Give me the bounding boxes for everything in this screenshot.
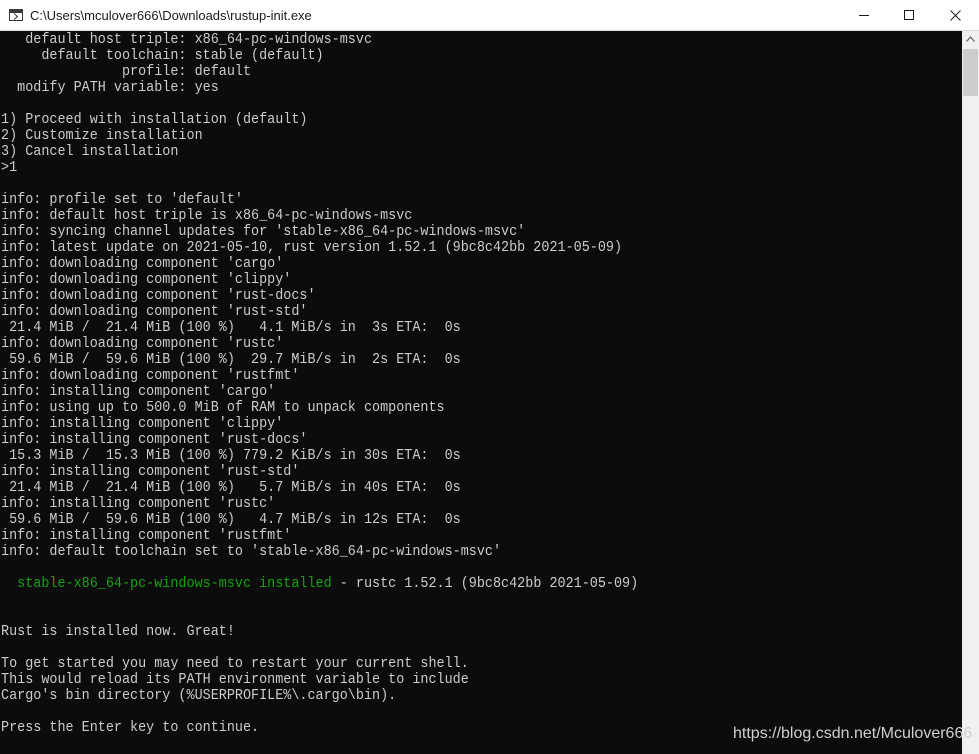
console-line: info: downloading component 'rust-std' [1, 303, 308, 320]
console-line: info: installing component 'rustfmt' [1, 527, 292, 544]
console-line: 21.4 MiB / 21.4 MiB (100 %) 4.1 MiB/s in… [1, 319, 461, 336]
console-line: 59.6 MiB / 59.6 MiB (100 %) 4.7 MiB/s in… [1, 511, 461, 528]
installed-version: - rustc 1.52.1 (9bc8c42bb 2021-05-09) [331, 575, 639, 592]
console-line: info: downloading component 'rust-docs' [1, 287, 316, 304]
console-line: info: using up to 500.0 MiB of RAM to un… [1, 399, 445, 416]
console-line: 3) Cancel installation [1, 143, 179, 160]
console-line: Cargo's bin directory (%USERPROFILE%\.ca… [1, 687, 397, 704]
vertical-scrollbar[interactable] [962, 31, 979, 754]
window-title: C:\Users\mculover666\Downloads\rustup-in… [30, 8, 312, 23]
chevron-up-icon [966, 36, 975, 42]
console-window: C:\Users\mculover666\Downloads\rustup-in… [0, 0, 979, 754]
console-line: info: installing component 'cargo' [1, 383, 276, 400]
scrollbar-thumb[interactable] [963, 49, 978, 96]
console-line: info: default toolchain set to 'stable-x… [1, 543, 502, 560]
console-line: default host triple: x86_64-pc-windows-m… [1, 31, 373, 48]
console-line: 1) Proceed with installation (default) [1, 111, 308, 128]
watermark: https://blog.csdn.net/Mculover666 [733, 725, 973, 742]
console-line: info: installing component 'rust-docs' [1, 431, 308, 448]
console-line: info: syncing channel updates for 'stabl… [1, 223, 526, 240]
console-app-icon [9, 9, 23, 21]
console-line: 2) Customize installation [1, 127, 203, 144]
console-line: info: installing component 'rustc' [1, 495, 276, 512]
console-line: 15.3 MiB / 15.3 MiB (100 %) 779.2 KiB/s … [1, 447, 461, 464]
console-line: info: downloading component 'cargo' [1, 255, 284, 272]
console-line: 59.6 MiB / 59.6 MiB (100 %) 29.7 MiB/s i… [1, 351, 461, 368]
console-line: To get started you may need to restart y… [1, 655, 469, 672]
console-line: This would reload its PATH environment v… [1, 671, 469, 688]
console-line: >1 [1, 159, 18, 176]
scroll-up-button[interactable] [962, 31, 979, 48]
installed-toolchain: stable-x86_64-pc-windows-msvc installed [1, 575, 332, 592]
close-icon [950, 10, 961, 21]
title-bar[interactable]: C:\Users\mculover666\Downloads\rustup-in… [0, 0, 979, 31]
console-line: info: default host triple is x86_64-pc-w… [1, 207, 413, 224]
console-line-installed: stable-x86_64-pc-windows-msvc installed … [1, 576, 638, 592]
console-line: Rust is installed now. Great! [1, 623, 235, 640]
maximize-button[interactable] [887, 0, 933, 30]
console-line: info: installing component 'rust-std' [1, 463, 300, 480]
minimize-icon [859, 15, 869, 16]
console-line: profile: default [1, 63, 252, 80]
console-line: info: profile set to 'default' [1, 191, 243, 208]
console-line: Press the Enter key to continue. [1, 719, 260, 736]
console-line: info: installing component 'clippy' [1, 415, 284, 432]
minimize-button[interactable] [841, 0, 887, 30]
close-button[interactable] [933, 0, 979, 30]
console-line: info: downloading component 'rustc' [1, 335, 284, 352]
console-line: modify PATH variable: yes [1, 79, 219, 96]
console-line: 21.4 MiB / 21.4 MiB (100 %) 5.7 MiB/s in… [1, 479, 461, 496]
console-line: info: downloading component 'rustfmt' [1, 367, 300, 384]
maximize-icon [904, 10, 914, 20]
console-line: info: latest update on 2021-05-10, rust … [1, 239, 623, 256]
console-output[interactable]: default host triple: x86_64-pc-windows-m… [0, 31, 962, 754]
console-line: info: downloading component 'clippy' [1, 271, 292, 288]
console-line: default toolchain: stable (default) [1, 47, 324, 64]
